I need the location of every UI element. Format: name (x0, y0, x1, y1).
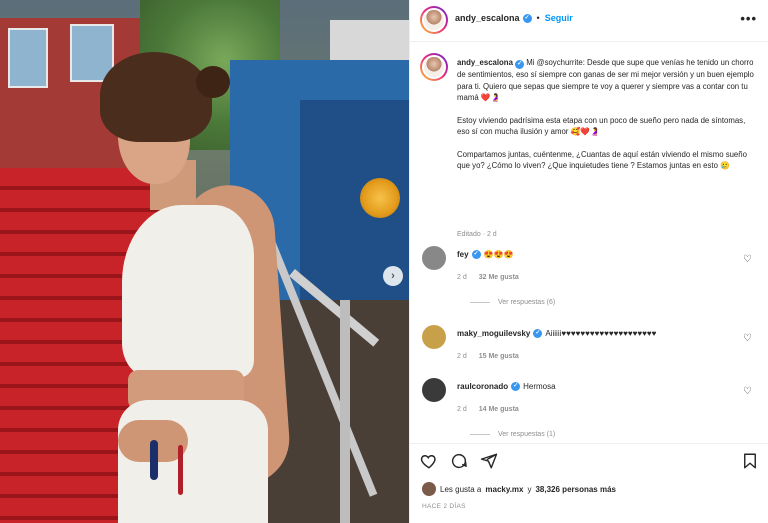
comment-likes[interactable]: 14 Me gusta (479, 406, 519, 413)
photo-person-hair-bun (196, 66, 230, 98)
comment-line: maky_moguilevsky ✓ Aiiiiii♥♥♥♥♥♥♥♥♥♥♥♥♥♥… (457, 329, 656, 338)
likes-summary[interactable]: Les gusta a macky.mx y 38,326 personas m… (422, 482, 616, 496)
comment-likes[interactable]: 15 Me gusta (479, 353, 519, 360)
view-replies-button[interactable]: Ver respuestas (1) (470, 431, 555, 438)
caption-text: andy_escalona ✓ Mi @soychurrite: Desde q… (457, 57, 757, 183)
comment-username[interactable]: raulcoronado (457, 382, 508, 391)
comment-avatar[interactable] (422, 378, 446, 402)
likes-prefix: Les gusta a (440, 484, 482, 494)
comment-username[interactable]: maky_moguilevsky (457, 329, 530, 338)
photo-person-bracelet (150, 440, 158, 480)
comment-like-heart-icon[interactable]: ♡ (743, 333, 752, 344)
comment-meta: 2 d 14 Me gusta (457, 406, 519, 413)
author-username[interactable]: andy_escalona (455, 13, 520, 23)
comment-meta: 2 d 15 Me gusta (457, 353, 519, 360)
likes-user[interactable]: macky.mx (485, 485, 523, 494)
view-replies-button[interactable]: Ver respuestas (6) (470, 299, 555, 306)
caption-meta: Editado · 2 d (457, 231, 497, 238)
post-header: andy_escalona ✓ • Seguir ••• (410, 0, 768, 42)
comment-age: 2 d (457, 353, 467, 360)
comment-avatar[interactable] (422, 246, 446, 270)
comment-line: raulcoronado ✓ Hermosa (457, 382, 556, 391)
verified-badge-icon: ✓ (533, 329, 543, 338)
caption-paragraph: Estoy viviendo padrísima esta etapa con … (457, 115, 746, 137)
follow-button[interactable]: Seguir (545, 13, 573, 23)
comment-age: 2 d (457, 274, 467, 281)
photo-person-bracelet-red (178, 445, 183, 495)
comment-username[interactable]: fey (457, 250, 469, 259)
post-photo[interactable]: › (0, 0, 409, 523)
photo-person-dress-top (122, 205, 254, 377)
view-replies-label: Ver respuestas (1) (498, 431, 556, 438)
more-options-icon[interactable]: ••• (740, 11, 757, 26)
likes-count[interactable]: 38,326 personas más (535, 485, 616, 494)
author-info: andy_escalona ✓ • Seguir (455, 13, 573, 23)
comment-text: Aiiiiii♥♥♥♥♥♥♥♥♥♥♥♥♥♥♥♥♥♥♥♥ (545, 329, 657, 338)
comment-avatar[interactable] (422, 325, 446, 349)
verified-badge-icon: ✓ (515, 60, 525, 69)
comment-text: 😍😍😍 (483, 250, 514, 259)
comment-item: raulcoronado ✓ Hermosa 2 d 14 Me gusta ♡… (420, 378, 760, 438)
verified-badge-icon: ✓ (522, 13, 532, 23)
comment-meta: 2 d 32 Me gusta (457, 274, 519, 281)
caption-author-username[interactable]: andy_escalona (457, 58, 513, 67)
share-icon[interactable] (480, 452, 498, 470)
caption-author-avatar[interactable] (420, 53, 448, 81)
photo-background-lamp (360, 178, 400, 218)
liker-avatar (422, 482, 436, 496)
verified-badge-icon: ✓ (511, 382, 521, 391)
comment-icon[interactable] (450, 452, 468, 470)
comments-list[interactable]: andy_escalona ✓ Mi @soychurrite: Desde q… (410, 43, 768, 443)
carousel-next-button[interactable]: › (383, 266, 403, 286)
heart-icon[interactable] (420, 452, 438, 470)
comment-like-heart-icon[interactable]: ♡ (743, 254, 752, 265)
view-replies-label: Ver respuestas (6) (498, 299, 556, 306)
photo-railing-post (340, 300, 350, 523)
post-date: HACE 2 DÍAS (422, 503, 466, 510)
comment-text: Hermosa (523, 382, 556, 391)
separator-dot: • (536, 13, 540, 23)
verified-badge-icon: ✓ (471, 250, 481, 259)
comment-item: fey ✓ 😍😍😍 2 d 32 Me gusta ♡ Ver respuest… (420, 246, 760, 306)
post-sidebar: andy_escalona ✓ • Seguir ••• andy_escalo… (409, 0, 768, 523)
photo-person-hair (100, 52, 212, 142)
comment-like-heart-icon[interactable]: ♡ (743, 386, 752, 397)
comment-item: maky_moguilevsky ✓ Aiiiiii♥♥♥♥♥♥♥♥♥♥♥♥♥♥… (420, 325, 760, 385)
comment-likes[interactable]: 32 Me gusta (479, 274, 519, 281)
caption-paragraph: Compartamos juntas, cuéntenme, ¿Cuantas … (457, 149, 747, 171)
post-actions: Les gusta a macky.mx y 38,326 personas m… (410, 443, 768, 523)
comment-age: 2 d (457, 406, 467, 413)
author-avatar[interactable] (420, 6, 448, 34)
action-icons (420, 452, 498, 470)
likes-middle: y (527, 484, 532, 494)
bookmark-icon[interactable] (741, 452, 759, 470)
comment-line: fey ✓ 😍😍😍 (457, 250, 513, 259)
